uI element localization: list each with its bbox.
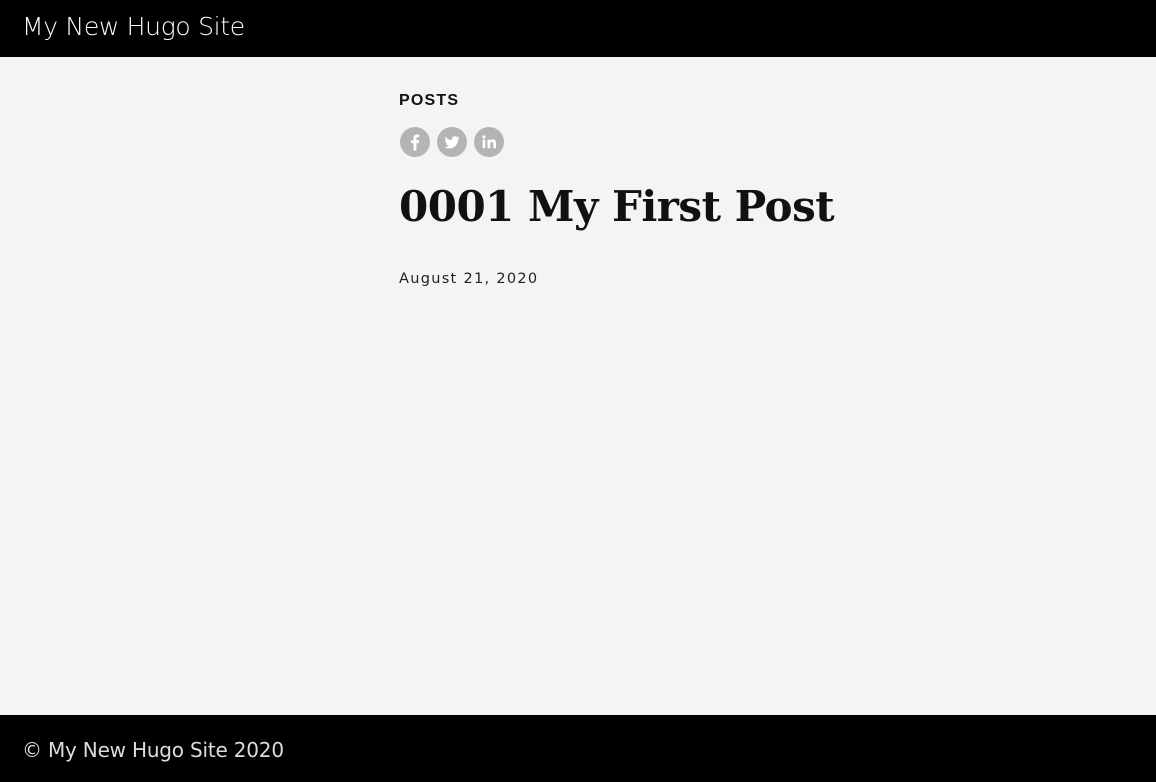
linkedin-share-button[interactable] xyxy=(474,127,504,157)
twitter-share-button[interactable] xyxy=(437,127,467,157)
facebook-share-button[interactable] xyxy=(400,127,430,157)
post-date: August 21, 2020 xyxy=(399,271,539,287)
section-label: POSTS xyxy=(399,92,460,109)
site-footer: © My New Hugo Site 2020 xyxy=(0,715,1156,782)
site-title-link[interactable]: My New Hugo Site xyxy=(22,10,245,44)
facebook-icon xyxy=(411,134,420,151)
twitter-icon xyxy=(444,136,460,149)
site-header: My New Hugo Site xyxy=(0,0,1156,57)
linkedin-icon xyxy=(482,135,496,149)
copyright-text: © My New Hugo Site 2020 xyxy=(22,738,284,762)
post-title: 0001 My First Post xyxy=(399,182,835,231)
